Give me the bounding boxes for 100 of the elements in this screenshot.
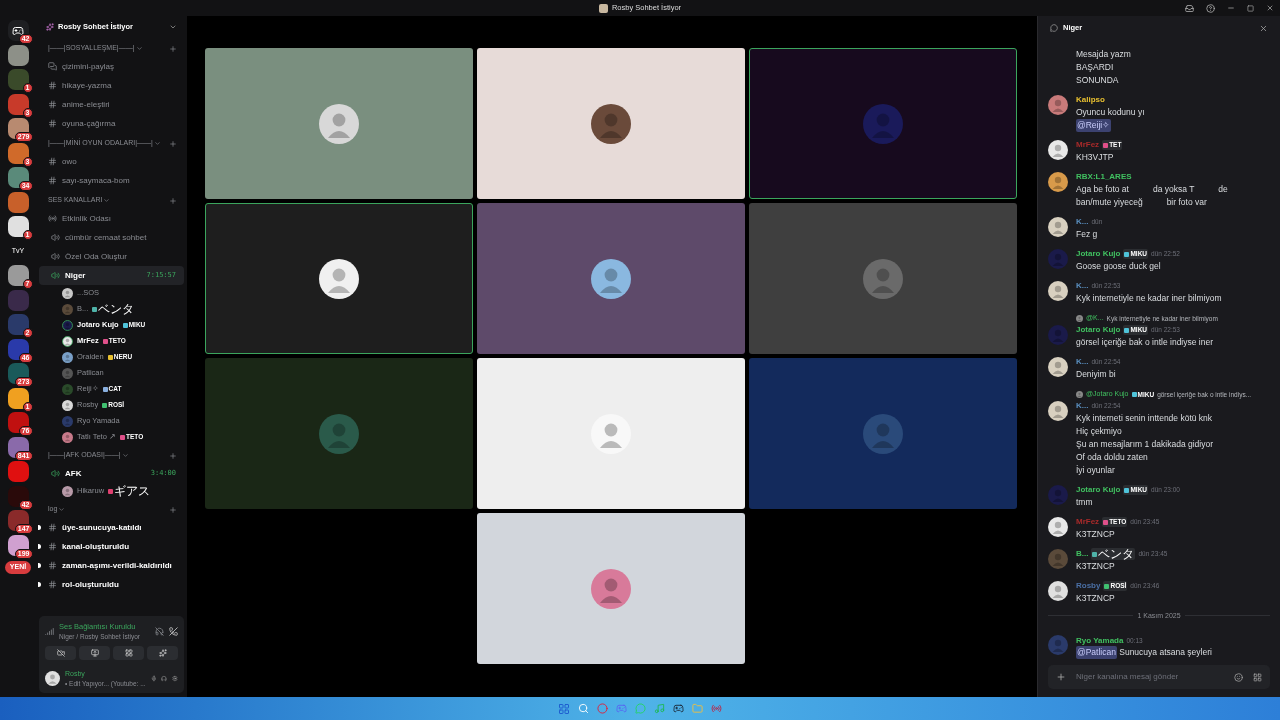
channel-name: çizimini-paylaş: [62, 60, 114, 73]
video-tile[interactable]: [749, 358, 1017, 509]
home-button[interactable]: [7, 20, 29, 41]
microphone-icon[interactable]: [150, 674, 157, 684]
game-launcher-icon[interactable]: [673, 703, 684, 714]
channel-name: üye-sunucuya-katıldı: [62, 521, 142, 534]
message-author[interactable]: Kalipso: [1076, 94, 1105, 106]
settings-icon[interactable]: [172, 674, 178, 684]
chevron-icon[interactable]: [121, 452, 129, 459]
video-tile[interactable]: [205, 48, 473, 199]
channel-item[interactable]: oyuna-çağırma: [36, 114, 187, 133]
video-tile[interactable]: [477, 513, 745, 664]
message-text: bir foto var: [1166, 195, 1207, 209]
soundboard-button[interactable]: [147, 645, 178, 660]
channel-item[interactable]: rol-oluşturuldu: [36, 575, 187, 594]
add-channel-icon[interactable]: [169, 44, 177, 53]
message-field[interactable]: Niger kanalına mesaj gönder: [1076, 671, 1224, 683]
channel-name: kanal-oluşturuldu: [62, 540, 130, 553]
channel-item[interactable]: kanal-oluşturuldu: [36, 537, 187, 556]
message-input[interactable]: Niger kanalına mesaj gönder: [1048, 665, 1270, 689]
message-author[interactable]: K...: [1076, 356, 1089, 368]
message-author[interactable]: RBX:L1_ARES: [1076, 171, 1132, 183]
camera-button[interactable]: [45, 645, 76, 660]
channel-item[interactable]: sayı-saymaca-bom: [36, 171, 187, 190]
message-author[interactable]: Jotaro Kujo: [1076, 484, 1121, 496]
speaker-icon: [51, 271, 60, 280]
channel-item[interactable]: owo: [36, 152, 187, 171]
message-text: de: [1218, 182, 1228, 196]
channel-name: anime-eleştiri: [62, 98, 110, 111]
message-author[interactable]: K...: [1076, 280, 1089, 292]
message-author[interactable]: Rosby: [1076, 580, 1101, 592]
search-icon[interactable]: [578, 703, 589, 714]
message-text: Kyk internetiyle ne kadar iner bilmiyom: [1076, 291, 1222, 305]
add-channel-icon[interactable]: [169, 505, 177, 514]
channel-name: Niger: [65, 269, 87, 282]
close-icon[interactable]: [1259, 23, 1268, 33]
chevron-icon[interactable]: [58, 506, 66, 513]
video-tile[interactable]: [477, 358, 745, 509]
mention[interactable]: @Patlican: [1076, 646, 1117, 659]
message-text: K3TZNCP: [1076, 559, 1116, 573]
channel-item[interactable]: anime-eleştiri: [36, 95, 187, 114]
channel-item[interactable]: üye-sunucuya-katıldı: [36, 518, 187, 537]
voice-channel[interactable]: Özel Oda Oluştur: [39, 247, 184, 266]
app-icon[interactable]: [711, 703, 722, 714]
message-author[interactable]: Jotaro Kujo: [1076, 324, 1121, 336]
reply-avatar: [1076, 391, 1083, 398]
channel-item[interactable]: çizimini-paylaş: [36, 57, 187, 76]
message-author[interactable]: B...: [1076, 548, 1089, 560]
channel-item[interactable]: zaman-aşımı-verildi-kaldırıldı: [36, 556, 187, 575]
add-channel-icon[interactable]: [169, 139, 177, 148]
camera-off-icon: [56, 648, 65, 657]
close-icon[interactable]: [1266, 4, 1274, 12]
video-tile[interactable]: [477, 203, 745, 354]
channel-name: oyuna-çağırma: [62, 117, 116, 130]
video-tile[interactable]: [749, 203, 1017, 354]
chevron-icon[interactable]: [169, 23, 177, 31]
video-tile[interactable]: [205, 203, 473, 354]
role-tag: ベンタ: [98, 303, 135, 315]
message-text: tmm: [1076, 495, 1094, 509]
message-text: Deniyim bi: [1076, 367, 1117, 381]
channel-item[interactable]: hikaye-yazma: [36, 76, 187, 95]
thread-icon: [1050, 24, 1058, 32]
attach-icon[interactable]: [1056, 672, 1066, 682]
hash-icon: [48, 81, 57, 90]
video-tile[interactable]: [749, 48, 1017, 199]
message-author[interactable]: Jotaro Kujo: [1076, 248, 1121, 260]
inbox-icon[interactable]: [1185, 3, 1194, 13]
emoji-icon[interactable]: [1234, 672, 1243, 682]
video-tile[interactable]: [477, 48, 745, 199]
start-icon[interactable]: [558, 702, 570, 715]
maximize-icon[interactable]: [1247, 4, 1254, 12]
channel-name: Etkinlik Odası: [62, 212, 111, 225]
chevron-icon[interactable]: [153, 140, 161, 147]
screen-share-button[interactable]: [79, 645, 110, 660]
minimize-icon[interactable]: [1227, 4, 1235, 12]
channel-name: zaman-aşımı-verildi-kaldırıldı: [62, 559, 172, 572]
add-channel-icon[interactable]: [169, 451, 177, 460]
mention[interactable]: @Reiji✧: [1076, 118, 1112, 132]
message-author[interactable]: K...: [1076, 216, 1089, 228]
headphones-icon[interactable]: [161, 674, 168, 684]
hash-icon: [48, 542, 57, 551]
message-author[interactable]: Ryo Yamada: [1076, 634, 1124, 647]
chevron-icon[interactable]: [103, 197, 111, 204]
speaker-icon: [51, 233, 60, 242]
message-text: Şu an mesajlarım 1 dakikada gidiyor: [1076, 437, 1213, 451]
activities-button[interactable]: [113, 645, 144, 660]
channel-item[interactable]: Etkinlik Odası: [36, 209, 187, 228]
video-tile[interactable]: [205, 358, 473, 509]
message-author[interactable]: K...: [1076, 400, 1089, 412]
disconnect-icon[interactable]: [169, 626, 178, 636]
speaker-icon: [51, 469, 60, 478]
add-channel-icon[interactable]: [169, 196, 177, 205]
channel-name: cümbür cemaat sohbet: [65, 231, 148, 244]
apps-icon[interactable]: [1253, 672, 1262, 682]
channel-name: rol-oluşturuldu: [62, 578, 119, 591]
voice-channel[interactable]: cümbür cemaat sohbet: [39, 228, 184, 247]
chevron-icon[interactable]: [135, 45, 143, 52]
monitor-icon: [90, 648, 99, 657]
forum-icon: [48, 62, 57, 71]
help-icon[interactable]: [1206, 3, 1215, 13]
